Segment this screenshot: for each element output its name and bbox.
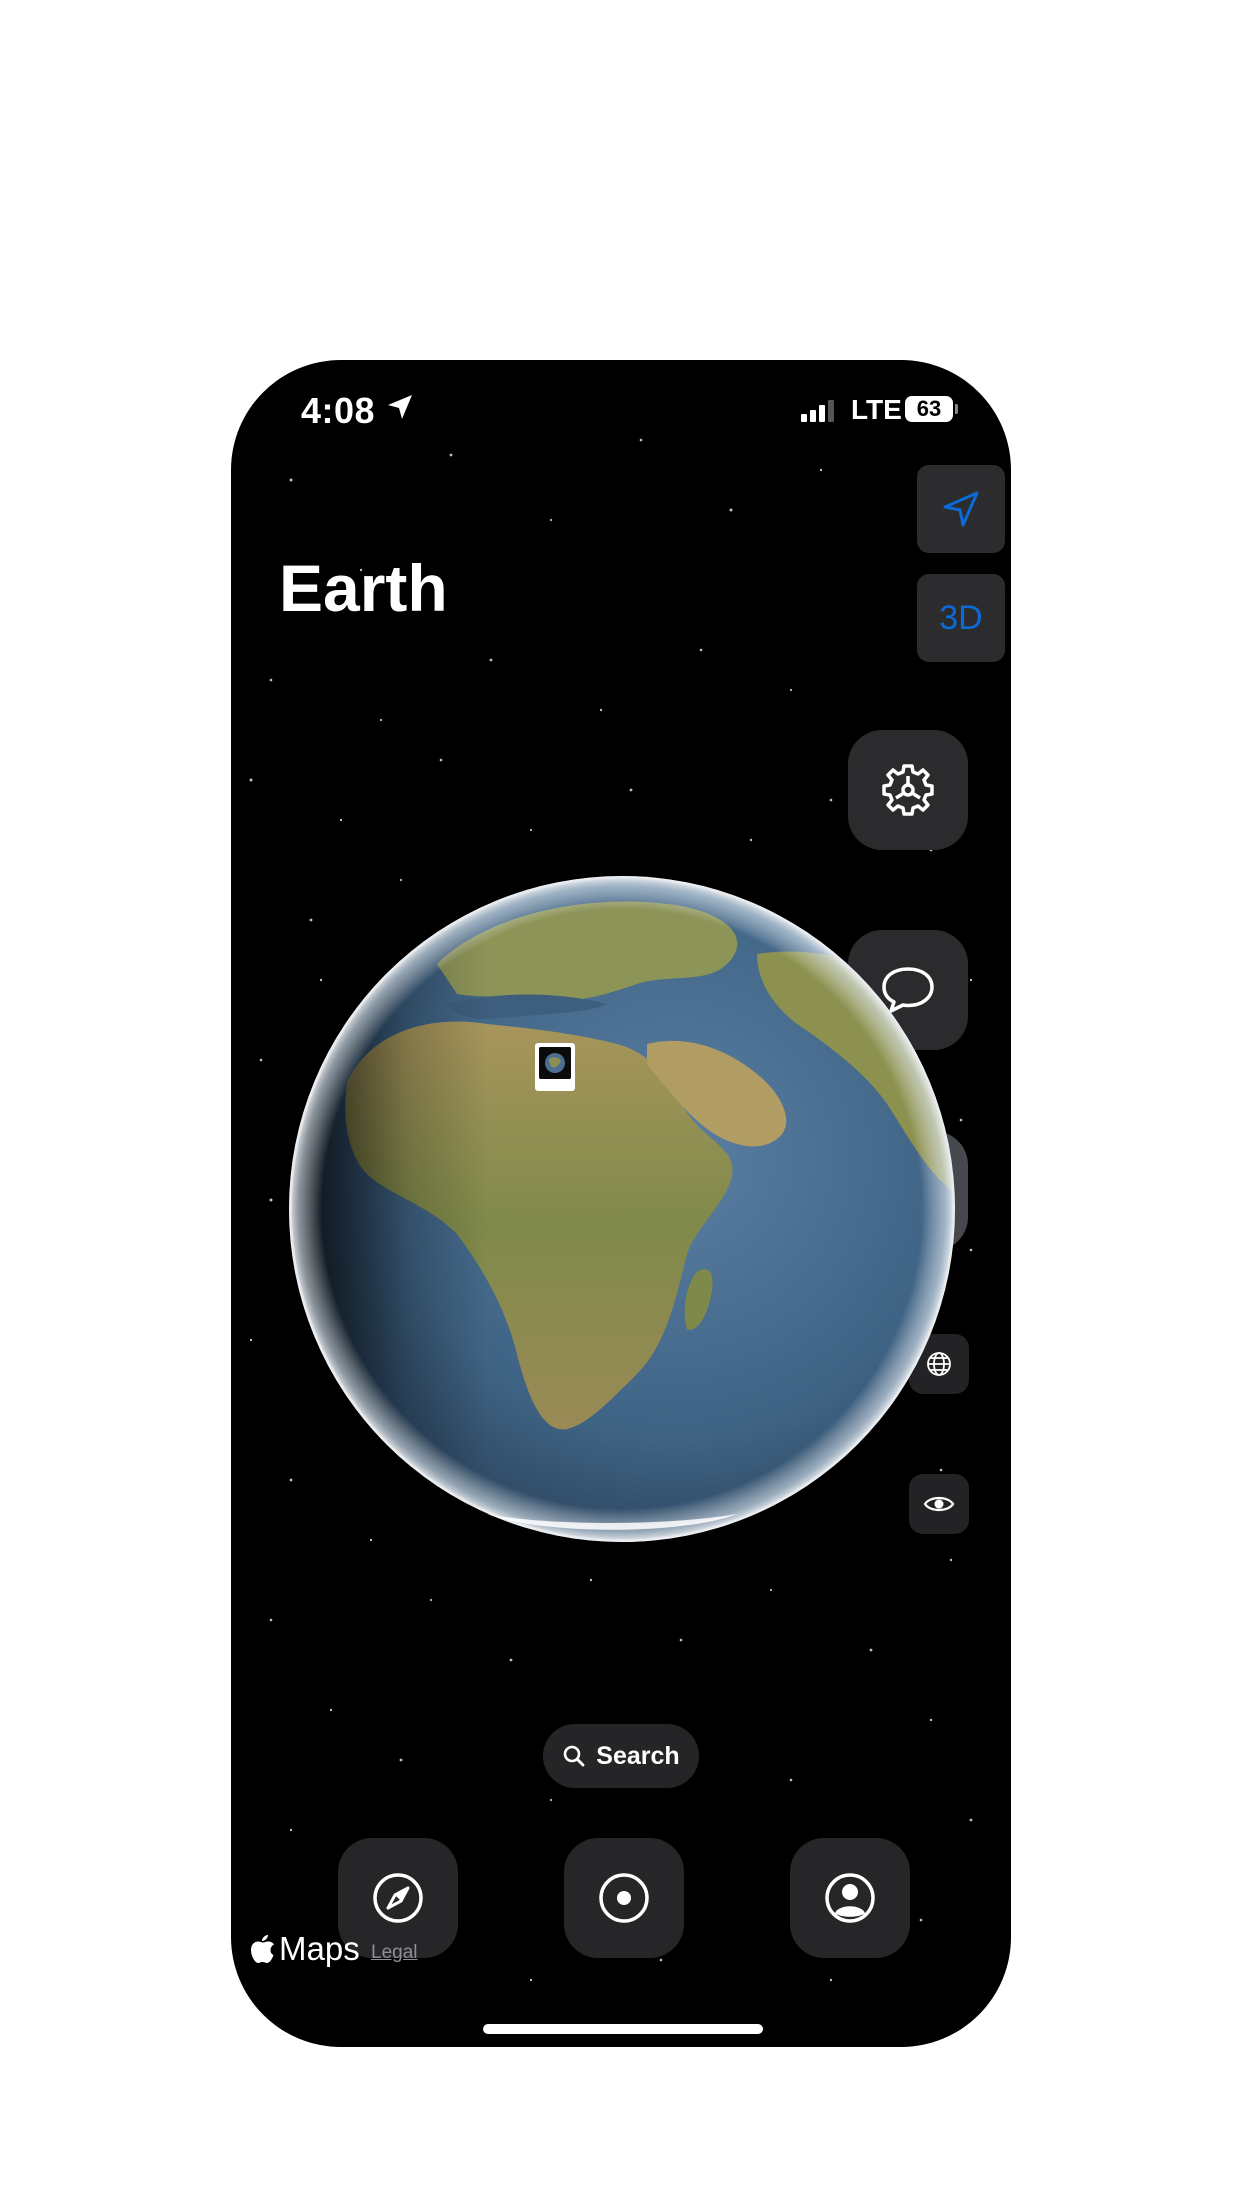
three-d-toggle-button[interactable]: 3D	[917, 574, 1005, 662]
photo-pin[interactable]	[535, 1043, 575, 1091]
settings-button[interactable]	[848, 730, 968, 850]
page-title: Earth	[279, 551, 448, 625]
home-indicator[interactable]	[483, 2024, 763, 2034]
phone-screen: 4:08 LTE 63 Earth 3D Search Maps Legal	[231, 360, 1011, 2047]
pin-thumbnail	[539, 1047, 571, 1079]
legal-link[interactable]: Legal	[371, 1942, 418, 1964]
earth-thumbnail-icon	[539, 1047, 571, 1079]
network-type: LTE	[851, 394, 902, 425]
gear-icon	[882, 764, 934, 816]
tab-current[interactable]	[564, 1838, 684, 1958]
navigation-arrow-icon	[943, 491, 979, 527]
maps-label: Maps	[279, 1930, 360, 1967]
apple-logo-icon	[251, 1935, 274, 1963]
search-icon	[563, 1745, 585, 1767]
battery-level: 63	[905, 396, 953, 422]
earth-globe[interactable]	[287, 874, 957, 1544]
location-arrow-icon	[388, 395, 412, 419]
battery-nub	[955, 404, 958, 414]
maps-brand: Maps	[251, 1930, 360, 1968]
compass-icon	[373, 1873, 423, 1923]
target-icon	[599, 1873, 649, 1923]
profile-icon	[825, 1873, 875, 1923]
tab-profile[interactable]	[790, 1838, 910, 1958]
search-button[interactable]: Search	[543, 1724, 699, 1788]
locate-me-button[interactable]	[917, 465, 1005, 553]
status-time: 4:08	[301, 390, 376, 431]
search-label: Search	[596, 1741, 680, 1770]
signal-bars-icon	[801, 400, 834, 422]
